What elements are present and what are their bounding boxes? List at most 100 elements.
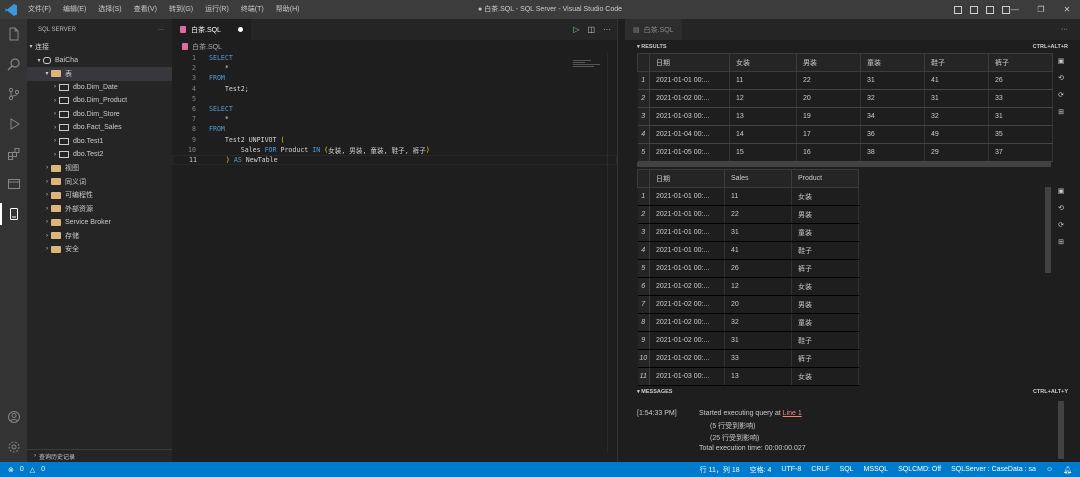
more-actions-icon[interactable]: ··· (158, 27, 164, 33)
save-as-json-icon[interactable]: ⟲ (1058, 74, 1064, 82)
source-control-icon[interactable] (0, 79, 27, 109)
table-cell[interactable]: 36 (860, 125, 925, 144)
table-cell[interactable]: 41 (724, 241, 792, 260)
table-cell[interactable]: 童装 (791, 313, 859, 332)
table-cell[interactable]: 13 (729, 107, 797, 126)
table-cell[interactable]: 31 (924, 89, 989, 108)
row-number[interactable]: 2 (637, 89, 650, 108)
table-cell[interactable]: 鞋子 (791, 241, 859, 260)
row-number[interactable]: 3 (637, 223, 650, 242)
table-cell[interactable]: 2021-01-02 00:... (649, 277, 725, 296)
code-editor[interactable]: 1 SELECT 2 * 3 FROM 4 Test2; 5 6 SELECT 7 * 8 FROM 9… (172, 53, 617, 166)
results-grid-1[interactable]: 日期 女装 男装 童装 鞋子 裤子 1 2021-01-01 00:... 11 22 31 41 2… (637, 53, 1053, 162)
table-row[interactable]: 8 2021-01-02 00:... 32 童装 (637, 313, 859, 332)
notifications-bell-icon[interactable]: 🔔︎ (1063, 466, 1072, 474)
code-line[interactable]: 1 SELECT (172, 53, 617, 63)
toggle-secondary-sidebar-icon[interactable] (986, 5, 994, 14)
menu-view[interactable]: 查看(V) (128, 0, 163, 19)
table-cell[interactable]: 33 (988, 89, 1053, 108)
tree-table-item[interactable]: › dbo.Dim_Date (27, 81, 172, 95)
table-cell[interactable]: 2021-01-04 00:... (649, 125, 730, 144)
messages-scrollbar[interactable] (1058, 401, 1064, 459)
table-cell[interactable]: 女装 (791, 277, 859, 296)
split-editor-icon[interactable]: ◫ (587, 25, 595, 34)
run-query-icon[interactable]: ▷ (573, 25, 579, 34)
code-line[interactable]: 7 * (172, 114, 617, 124)
tree-folder-tables[interactable]: ▾ 表 (27, 67, 172, 81)
table-cell[interactable]: 2021-01-03 00:... (649, 367, 725, 386)
sqlcmd-mode[interactable]: SQLCMD: Off (898, 466, 941, 473)
connections-section[interactable]: ▾ 连接 (27, 40, 172, 54)
editor-split-divider[interactable] (617, 19, 625, 462)
code-line[interactable]: 4 Test2; (172, 84, 617, 94)
editor-scrollbar[interactable] (607, 53, 617, 453)
table-row[interactable]: 6 2021-01-02 00:... 12 女装 (637, 277, 859, 296)
table-row[interactable]: 1 2021-01-01 00:... 11 女装 (637, 187, 859, 206)
row-number[interactable]: 5 (637, 143, 650, 162)
table-cell[interactable]: 2021-01-01 00:... (649, 223, 725, 242)
column-header[interactable]: 日期 (649, 169, 725, 188)
tree-table-item[interactable]: › dbo.Test1 (27, 135, 172, 149)
extensions-icon[interactable] (0, 139, 27, 169)
table-cell[interactable]: 女装 (791, 367, 859, 386)
table-cell[interactable]: 31 (724, 223, 792, 242)
minimap[interactable] (573, 59, 603, 73)
code-line[interactable]: 8 FROM (172, 124, 617, 134)
table-cell[interactable]: 11 (724, 187, 792, 206)
table-cell[interactable]: 13 (724, 367, 792, 386)
table-cell[interactable]: 34 (860, 107, 925, 126)
table-cell[interactable]: 29 (924, 143, 989, 162)
table-cell[interactable]: 2021-01-01 00:... (649, 241, 725, 260)
table-cell[interactable]: 12 (724, 277, 792, 296)
feedback-icon[interactable]: ☺ (1046, 466, 1053, 473)
table-cell[interactable]: 2021-01-01 00:... (649, 259, 725, 278)
table-cell[interactable]: 女装 (791, 187, 859, 206)
row-number[interactable]: 5 (637, 259, 650, 278)
more-actions-icon[interactable]: ··· (603, 25, 611, 34)
table-cell[interactable]: 2021-01-02 00:... (649, 349, 725, 368)
code-line[interactable]: 11 ) AS NewTable (172, 154, 617, 166)
table-cell[interactable]: 26 (724, 259, 792, 278)
row-number[interactable]: 10 (637, 349, 650, 368)
warning-count[interactable]: 0 (41, 466, 45, 473)
column-header[interactable]: 女装 (729, 53, 797, 72)
tree-folder-item[interactable]: › 外部资源 (27, 202, 172, 216)
column-header[interactable]: 童装 (860, 53, 925, 72)
table-cell[interactable]: 童装 (791, 223, 859, 242)
explorer-icon[interactable] (0, 19, 27, 49)
results-grid-2[interactable]: 日期 Sales Product 1 2021-01-01 00:... 11 女装 2 20… (637, 169, 859, 386)
menu-selection[interactable]: 选择(S) (92, 0, 127, 19)
table-row[interactable]: 4 2021-01-04 00:... 14 17 36 49 35 (637, 125, 1053, 144)
table-cell[interactable]: 2021-01-02 00:... (649, 331, 725, 350)
line-link[interactable]: Line 1 (783, 410, 802, 417)
menu-terminal[interactable]: 终端(T) (235, 0, 270, 19)
code-line[interactable]: 10 Sales FOR Product IN (女装, 男装, 童装, 鞋子,… (172, 145, 617, 155)
menu-run[interactable]: 运行(R) (199, 0, 235, 19)
table-cell[interactable]: 16 (796, 143, 861, 162)
column-header[interactable]: 裤子 (988, 53, 1053, 72)
row-number[interactable]: 2 (637, 205, 650, 224)
cursor-position[interactable]: 行 11，列 18 (700, 465, 740, 475)
run-icon[interactable] (0, 109, 27, 139)
table-row[interactable]: 3 2021-01-03 00:... 13 19 34 32 31 (637, 107, 1053, 126)
minimize-button[interactable]: — (1002, 0, 1028, 19)
table-cell[interactable]: 裤子 (791, 259, 859, 278)
sql-server-icon[interactable] (0, 199, 27, 229)
language-mode[interactable]: SQL (840, 466, 854, 473)
table-cell[interactable]: 35 (988, 125, 1053, 144)
table-cell[interactable]: 20 (724, 295, 792, 314)
table-cell[interactable]: 41 (924, 71, 989, 90)
toggle-sidebar-icon[interactable] (954, 5, 962, 14)
end-of-line[interactable]: CRLF (811, 466, 829, 473)
row-number[interactable]: 7 (637, 295, 650, 314)
tree-folder-item[interactable]: › 视图 (27, 162, 172, 176)
table-cell[interactable]: 2021-01-01 00:... (649, 205, 725, 224)
table-cell[interactable]: 22 (724, 205, 792, 224)
table-cell[interactable]: 2021-01-02 00:... (649, 295, 725, 314)
save-as-csv-icon[interactable]: ▣ (1058, 187, 1065, 195)
code-line[interactable]: 3 FROM (172, 73, 617, 83)
row-number[interactable]: 3 (637, 107, 650, 126)
table-cell[interactable]: 男装 (791, 295, 859, 314)
table-cell[interactable]: 2021-01-01 00:... (649, 71, 730, 90)
settings-gear-icon[interactable] (0, 432, 27, 462)
